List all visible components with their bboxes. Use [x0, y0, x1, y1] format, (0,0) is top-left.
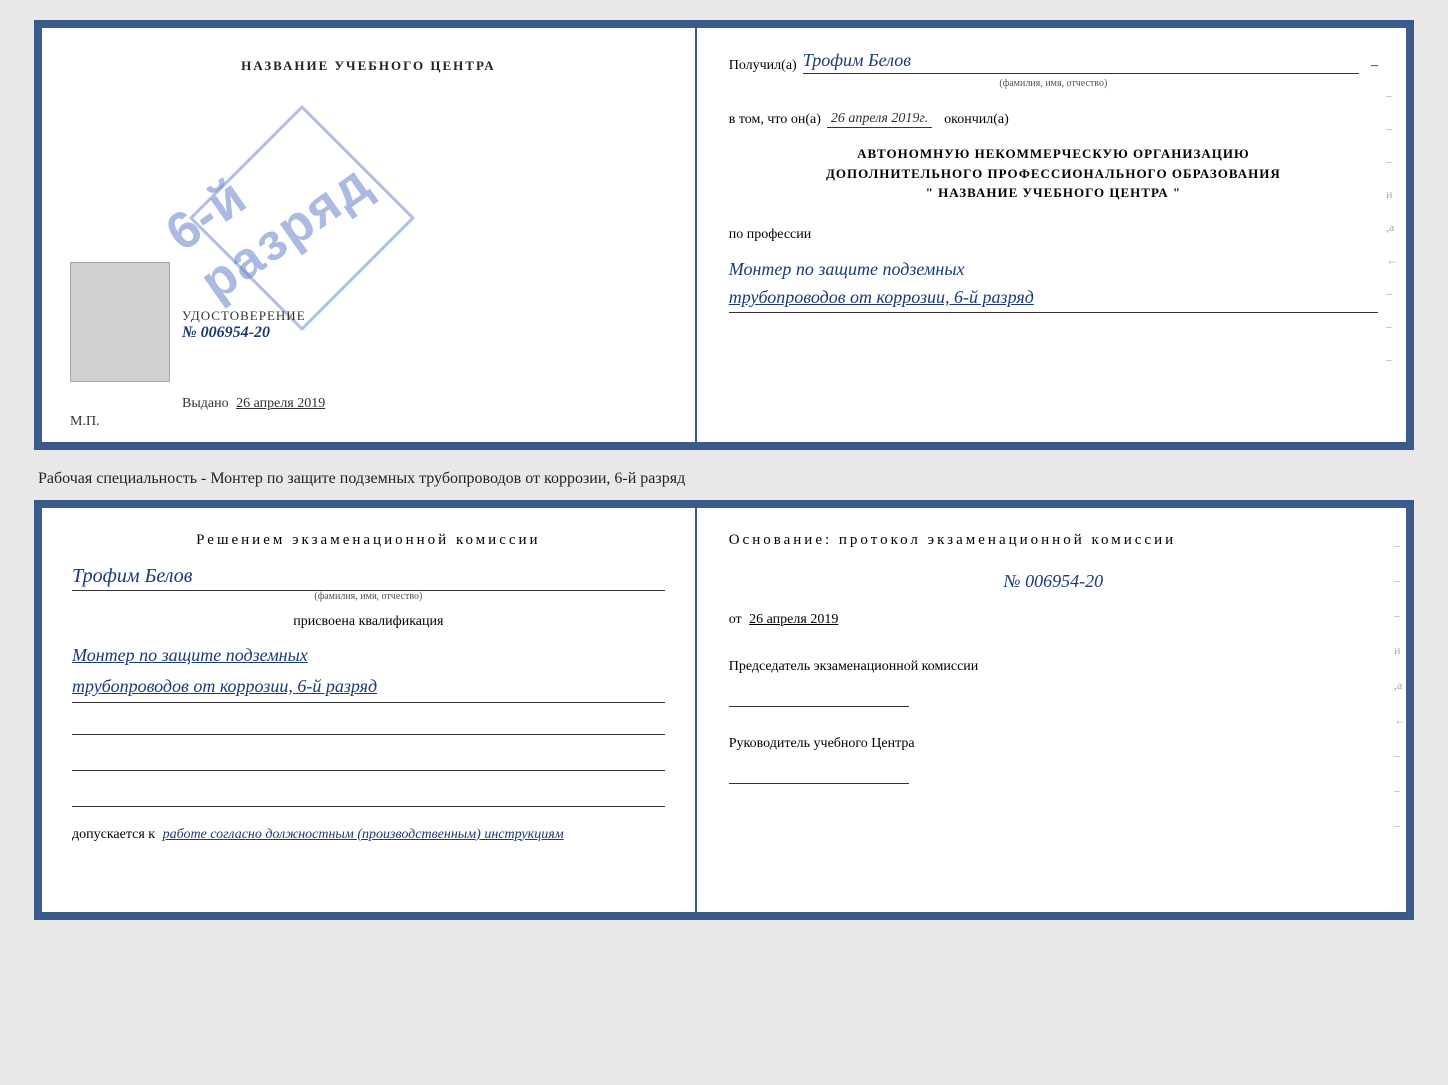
- org-block: АВТОНОМНУЮ НЕКОММЕРЧЕСКУЮ ОРГАНИЗАЦИЮ ДО…: [729, 144, 1378, 203]
- professiya-value: Монтер по защите подземных трубопроводов…: [729, 255, 1378, 314]
- vtom-date: 26 апреля 2019г.: [827, 111, 932, 128]
- decision-title: Решением экзаменационной комиссии: [72, 532, 665, 549]
- bottom-name-sub: (фамилия, имя, отчество): [72, 591, 665, 602]
- ot-date-row: от 26 апреля 2019: [729, 612, 1378, 628]
- bottom-name: Трофим Белов: [72, 565, 665, 591]
- cert-left-panel: НАЗВАНИЕ УЧЕБНОГО ЦЕНТРА 6-й разряд УДОС…: [42, 28, 697, 442]
- qualification-text: Монтер по защите подземных трубопроводов…: [72, 640, 665, 702]
- dash1: –: [1371, 58, 1378, 74]
- org-name-line: " НАЗВАНИЕ УЧЕБНОГО ЦЕНТРА ": [729, 183, 1378, 203]
- dash-col-bottom-right: – – – и ,а ← – – –: [1394, 538, 1406, 833]
- vydano-date: 26 апреля 2019: [236, 396, 325, 411]
- cert-bottom-right: Основание: протокол экзаменационной коми…: [697, 508, 1406, 912]
- qual-line2: трубопроводов от коррозии, 6-й разряд: [72, 671, 665, 702]
- stamp-diamond: [189, 105, 415, 331]
- cert-number: № 006954-20: [182, 324, 306, 342]
- photo-placeholder: [70, 262, 170, 382]
- poluchil-label: Получил(а): [729, 58, 797, 74]
- stamp-text: 6-й разряд: [155, 103, 382, 312]
- rukovoditel-label: Руководитель учебного Центра: [729, 733, 1378, 754]
- osnovanie-title: Основание: протокол экзаменационной коми…: [729, 532, 1378, 549]
- mp-label: М.П.: [70, 414, 100, 430]
- dash-col-right: – – – и ,а ← – – –: [1386, 88, 1406, 367]
- predsedatel-label: Председатель экзаменационной комиссии: [729, 656, 1378, 677]
- predsedatel-signature-line: [729, 683, 909, 707]
- org-name: НАЗВАНИЕ УЧЕБНОГО ЦЕНТРА: [938, 185, 1169, 200]
- professiya-line1: Монтер по защите подземных: [729, 255, 1378, 284]
- specialty-text: Рабочая специальность - Монтер по защите…: [38, 470, 685, 487]
- ot-prefix: от: [729, 612, 742, 627]
- vydano-label: Выдано: [182, 396, 229, 411]
- org-quote-right: ": [1173, 185, 1181, 200]
- cert-number-block: УДОСТОВЕРЕНИЕ № 006954-20: [182, 308, 306, 342]
- rukovoditel-block: Руководитель учебного Центра: [729, 733, 1378, 784]
- okonchil-label: окончил(а): [944, 112, 1009, 128]
- vtom-label: в том, что он(а): [729, 112, 821, 128]
- ot-date-value: 26 апреля 2019: [749, 612, 838, 627]
- professiya-line2: трубопроводов от коррозии, 6-й разряд: [729, 283, 1378, 312]
- qual-line1: Монтер по защите подземных: [72, 640, 665, 671]
- top-certificate: НАЗВАНИЕ УЧЕБНОГО ЦЕНТРА 6-й разряд УДОС…: [34, 20, 1414, 450]
- rukovoditel-signature-line: [729, 760, 909, 784]
- org-quote-left: ": [926, 185, 934, 200]
- predsedatel-block: Председатель экзаменационной комиссии: [729, 656, 1378, 707]
- dopuskaetsya-prefix: допускается к: [72, 827, 155, 842]
- vydano-block: Выдано 26 апреля 2019: [182, 396, 325, 412]
- udost-label: УДОСТОВЕРЕНИЕ: [182, 308, 306, 324]
- cert-bottom-left: Решением экзаменационной комиссии Трофим…: [42, 508, 697, 912]
- org-line1: АВТОНОМНУЮ НЕКОММЕРЧЕСКУЮ ОРГАНИЗАЦИЮ: [729, 144, 1378, 164]
- protocol-number: № 006954-20: [729, 571, 1378, 592]
- prisvoena-label: присвоена квалификация: [72, 614, 665, 630]
- professiya-label: по профессии: [729, 227, 1378, 243]
- vtom-row: в том, что он(а) 26 апреля 2019г. окончи…: [729, 111, 1378, 128]
- bottom-certificate: Решением экзаменационной комиссии Трофим…: [34, 500, 1414, 920]
- stamp-overlay: 6-й разряд: [182, 88, 422, 388]
- blank-line-3: [72, 785, 665, 807]
- org-line2: ДОПОЛНИТЕЛЬНОГО ПРОФЕССИОНАЛЬНОГО ОБРАЗО…: [729, 164, 1378, 184]
- poluchil-name: Трофим Белов: [803, 50, 1359, 74]
- dopuskaetsya-text: работе согласно должностным (производств…: [163, 827, 564, 842]
- poluchil-sub: (фамилия, имя, отчество): [729, 78, 1378, 89]
- cert-right-panel: Получил(а) Трофим Белов – (фамилия, имя,…: [697, 28, 1406, 442]
- stamp-line1: 6-й: [156, 167, 258, 263]
- dopuskaetsya-block: допускается к работе согласно должностны…: [72, 827, 665, 843]
- center-title: НАЗВАНИЕ УЧЕБНОГО ЦЕНТРА: [241, 58, 496, 74]
- specialty-label: Рабочая специальность - Монтер по защите…: [34, 468, 1414, 490]
- blank-line-1: [72, 713, 665, 735]
- blank-line-2: [72, 749, 665, 771]
- stamp-line2: разряд: [190, 153, 382, 312]
